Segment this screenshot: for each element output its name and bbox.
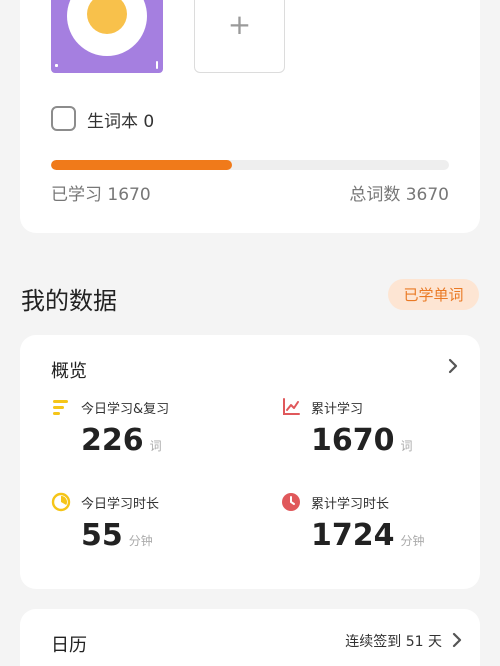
chevron-right-icon[interactable] — [450, 631, 464, 649]
book-cover-mark — [156, 61, 158, 69]
stat-value: 1724 分钟 — [311, 518, 425, 553]
list-lines-icon — [53, 400, 68, 415]
stat-unit: 分钟 — [400, 534, 425, 548]
learned-words-button[interactable]: 已学单词 — [388, 279, 479, 310]
stat-value: 55 分钟 — [81, 518, 153, 553]
total-count: 总词数 3670 — [349, 185, 449, 205]
stat-unit: 词 — [400, 439, 413, 453]
stat-value: 226 词 — [81, 423, 162, 458]
line-chart-icon — [283, 398, 300, 415]
stat-today-duration: 今日学习时长 55 分钟 — [51, 492, 251, 572]
stat-unit: 词 — [149, 439, 162, 453]
stat-value: 1670 词 — [311, 423, 413, 458]
vocab-book-checkbox[interactable] — [51, 106, 76, 131]
stat-unit: 分钟 — [128, 534, 153, 548]
overview-card[interactable]: 概览 今日学习&复习 226 词 累计学习 1670 词 今日学习时长 55 分钟 — [20, 335, 480, 589]
stat-label: 今日学习&复习 — [81, 402, 170, 417]
stat-label: 今日学习时长 — [81, 497, 160, 512]
stat-label: 累计学习 — [311, 402, 364, 417]
checkin-streak: 连续签到 51 天 — [345, 634, 442, 650]
stat-today-study: 今日学习&复习 226 词 — [51, 397, 251, 477]
stat-total-duration: 累计学习时长 1724 分钟 — [281, 492, 481, 572]
vocab-book-label: 生词本 0 — [87, 112, 155, 132]
learning-progress-fill — [51, 160, 233, 170]
calendar-card[interactable]: 日历 连续签到 51 天 — [20, 609, 480, 666]
learning-progress-bar — [51, 160, 449, 170]
stat-total-study: 累计学习 1670 词 — [281, 397, 481, 477]
plus-icon: + — [227, 8, 252, 41]
add-book-button[interactable]: + — [194, 0, 285, 73]
chevron-right-icon[interactable] — [446, 357, 460, 375]
overview-title: 概览 — [51, 361, 87, 382]
pie-clock-icon — [51, 492, 71, 512]
my-data-title: 我的数据 — [21, 287, 117, 315]
stat-label: 累计学习时长 — [311, 497, 390, 512]
clock-icon — [282, 493, 300, 511]
book-cover[interactable] — [51, 0, 163, 73]
book-cover-mark — [55, 64, 58, 67]
learned-count: 已学习 1670 — [51, 185, 151, 205]
calendar-title: 日历 — [51, 635, 87, 656]
book-card: + 生词本 0 已学习 1670 总词数 3670 — [20, 0, 480, 233]
